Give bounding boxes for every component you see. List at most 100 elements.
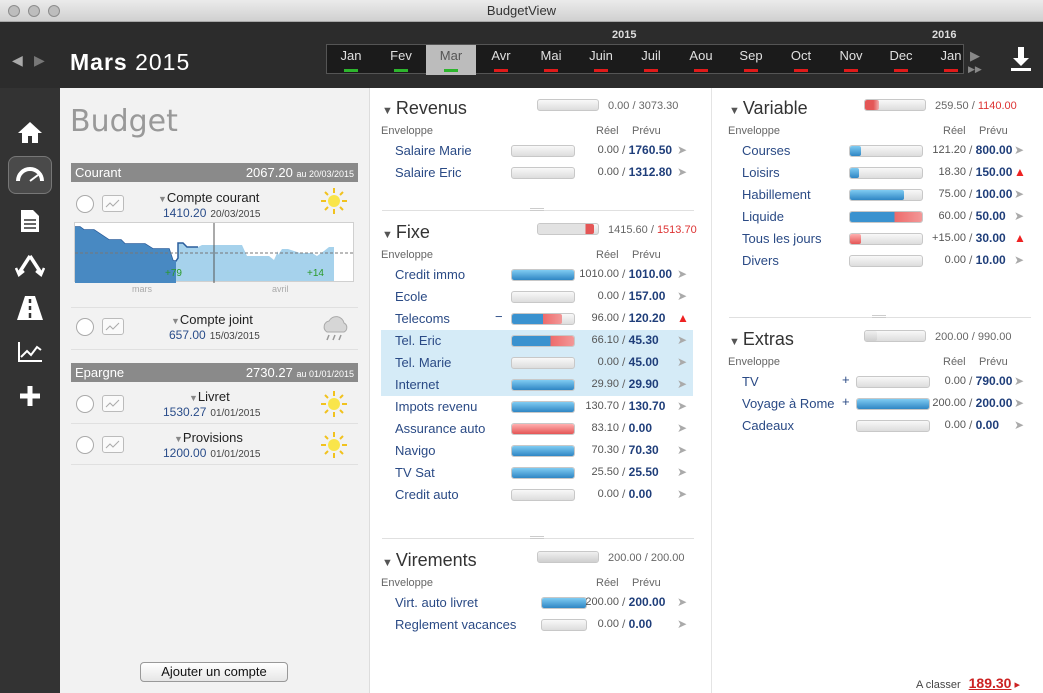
- envelope-row[interactable]: Reglement vacances 0.00/ 0.00 ➤: [381, 614, 693, 636]
- envelope-name[interactable]: Credit immo: [395, 267, 465, 282]
- envelope-row[interactable]: Salaire Eric 0.00/ 1312.80 ➤: [381, 162, 693, 184]
- envelope-name[interactable]: Voyage à Rome: [742, 396, 835, 411]
- envelope-planned-value[interactable]: 10.00: [976, 253, 1006, 267]
- timeline-month-mai[interactable]: Mai: [526, 45, 576, 75]
- resize-grip[interactable]: [872, 315, 886, 318]
- navigate-arrow-icon[interactable]: ➤: [1014, 143, 1024, 157]
- envelope-name[interactable]: Ecole: [395, 289, 428, 304]
- column-divider[interactable]: [711, 88, 712, 693]
- envelope-planned-value[interactable]: 45.00: [629, 355, 659, 369]
- envelope-row[interactable]: Navigo 70.30/ 70.30 ➤: [381, 440, 693, 462]
- envelope-name[interactable]: Habillement: [742, 187, 811, 202]
- navigate-arrow-icon[interactable]: ➤: [1014, 253, 1024, 267]
- chart-icon[interactable]: [8, 333, 52, 371]
- transfer-icon[interactable]: [8, 246, 52, 284]
- envelope-name[interactable]: Salaire Marie: [395, 143, 472, 158]
- navigate-arrow-icon[interactable]: ➤: [1014, 209, 1024, 223]
- section-title-extras[interactable]: ▼ Extras: [729, 329, 794, 350]
- navigate-arrow-icon[interactable]: ➤: [677, 267, 687, 281]
- alert-arrow-icon[interactable]: ▲: [1014, 165, 1026, 179]
- section-title-revenus[interactable]: ▼ Revenus: [382, 98, 467, 119]
- collapse-triangle-icon[interactable]: ▼: [729, 105, 740, 117]
- envelope-row[interactable]: Tous les jours +15.00/ 30.00 ▲: [728, 228, 1030, 250]
- envelope-row[interactable]: Tel. Marie 0.00/ 45.00 ➤: [381, 352, 693, 374]
- alert-arrow-icon[interactable]: ▲: [1014, 231, 1026, 245]
- envelope-row[interactable]: Liquide 60.00/ 50.00 ➤: [728, 206, 1030, 228]
- a-classer[interactable]: A classer 189.30 ▸: [916, 675, 1020, 691]
- timeline-month-aou[interactable]: Aou: [676, 45, 726, 75]
- account-item[interactable]: ▼Livret 1530.27 01/01/2015: [71, 384, 358, 424]
- envelope-row[interactable]: Telecoms − 96.00/ 120.20 ▲: [381, 308, 693, 330]
- navigate-arrow-icon[interactable]: ➤: [677, 443, 687, 457]
- navigate-arrow-icon[interactable]: ➤: [677, 487, 687, 501]
- collapse-triangle-icon[interactable]: ▼: [382, 105, 393, 117]
- previous-month-icon[interactable]: ◀: [12, 52, 23, 69]
- envelope-planned-value[interactable]: 0.00: [976, 418, 999, 432]
- collapse-triangle-icon[interactable]: ▼: [382, 229, 393, 241]
- navigate-arrow-icon[interactable]: ➤: [677, 143, 687, 157]
- envelope-planned-value[interactable]: 70.30: [629, 443, 659, 457]
- envelope-name[interactable]: Tous les jours: [742, 231, 821, 246]
- graph-toggle-button[interactable]: [102, 395, 124, 412]
- envelope-name[interactable]: TV: [742, 374, 759, 389]
- envelope-row[interactable]: Loisirs 18.30/ 150.00 ▲: [728, 162, 1030, 184]
- home-icon[interactable]: [8, 113, 52, 151]
- collapse-triangle-icon[interactable]: ▼: [382, 557, 393, 569]
- navigate-arrow-icon[interactable]: ➤: [677, 377, 687, 391]
- road-icon[interactable]: [8, 289, 52, 327]
- add-plus-icon[interactable]: +: [842, 394, 850, 409]
- envelope-row[interactable]: Ecole 0.00/ 157.00 ➤: [381, 286, 693, 308]
- envelope-name[interactable]: Salaire Eric: [395, 165, 461, 180]
- collapse-triangle-icon[interactable]: ▼: [729, 336, 740, 348]
- section-title-variable[interactable]: ▼ Variable: [729, 98, 808, 119]
- envelope-planned-value[interactable]: 0.00: [629, 617, 652, 631]
- timeline-month-juin[interactable]: Juin: [576, 45, 626, 75]
- timeline-fast-forward-icon[interactable]: ▶▶: [968, 64, 982, 75]
- envelope-planned-value[interactable]: 130.70: [629, 399, 666, 413]
- envelope-row[interactable]: Virt. auto livret 200.00/ 200.00 ➤: [381, 592, 693, 614]
- resize-grip[interactable]: [530, 536, 544, 539]
- envelope-planned-value[interactable]: 100.00: [976, 187, 1013, 201]
- envelope-name[interactable]: Telecoms: [395, 311, 450, 326]
- resize-grip[interactable]: [530, 208, 544, 211]
- envelope-row[interactable]: Impots revenu 130.70/ 130.70 ➤: [381, 396, 693, 418]
- envelope-name[interactable]: Internet: [395, 377, 439, 392]
- collapse-minus-icon[interactable]: −: [495, 309, 503, 324]
- envelope-name[interactable]: Tel. Marie: [395, 355, 451, 370]
- add-plus-icon[interactable]: +: [842, 372, 850, 387]
- account-select-radio[interactable]: [76, 318, 94, 336]
- envelope-row[interactable]: Courses 121.20/ 800.00 ➤: [728, 140, 1030, 162]
- envelope-row[interactable]: Divers 0.00/ 10.00 ➤: [728, 250, 1030, 272]
- envelope-planned-value[interactable]: 157.00: [629, 289, 666, 303]
- add-account-button[interactable]: Ajouter un compte: [140, 662, 288, 682]
- timeline-month-dec[interactable]: Dec: [876, 45, 926, 75]
- envelope-planned-value[interactable]: 25.50: [629, 465, 659, 479]
- download-icon[interactable]: [1008, 44, 1034, 74]
- navigate-arrow-icon[interactable]: ➤: [1014, 396, 1024, 410]
- navigate-arrow-icon[interactable]: ➤: [677, 617, 687, 631]
- envelope-row[interactable]: Voyage à Rome +200.00/ 200.00 ➤: [728, 393, 1030, 415]
- navigate-arrow-icon[interactable]: ➤: [677, 165, 687, 179]
- envelope-planned-value[interactable]: 200.00: [976, 396, 1013, 410]
- timeline-month-nov[interactable]: Nov: [826, 45, 876, 75]
- account-select-radio[interactable]: [76, 436, 94, 454]
- alert-arrow-icon[interactable]: ▲: [677, 311, 689, 325]
- envelope-planned-value[interactable]: 150.00: [976, 165, 1013, 179]
- envelope-name[interactable]: TV Sat: [395, 465, 435, 480]
- envelope-planned-value[interactable]: 0.00: [629, 487, 652, 501]
- envelope-row[interactable]: Assurance auto 83.10/ 0.00 ➤: [381, 418, 693, 440]
- graph-toggle-button[interactable]: [102, 318, 124, 335]
- timeline-month-oct[interactable]: Oct: [776, 45, 826, 75]
- envelope-row[interactable]: Tel. Eric 66.10/ 45.30 ➤: [381, 330, 693, 352]
- navigate-arrow-icon[interactable]: ➤: [677, 333, 687, 347]
- timeline-month-mar[interactable]: Mar: [426, 45, 476, 75]
- timeline-month-sep[interactable]: Sep: [726, 45, 776, 75]
- section-title-fixe[interactable]: ▼ Fixe: [382, 222, 430, 243]
- document-icon[interactable]: [8, 202, 52, 240]
- minimize-window-button[interactable]: [28, 5, 40, 17]
- envelope-name[interactable]: Divers: [742, 253, 779, 268]
- envelope-row[interactable]: Cadeaux 0.00/ 0.00 ➤: [728, 415, 1030, 437]
- envelope-row[interactable]: Salaire Marie 0.00/ 1760.50 ➤: [381, 140, 693, 162]
- envelope-name[interactable]: Loisirs: [742, 165, 780, 180]
- timeline-month-jan[interactable]: Jan: [326, 45, 376, 75]
